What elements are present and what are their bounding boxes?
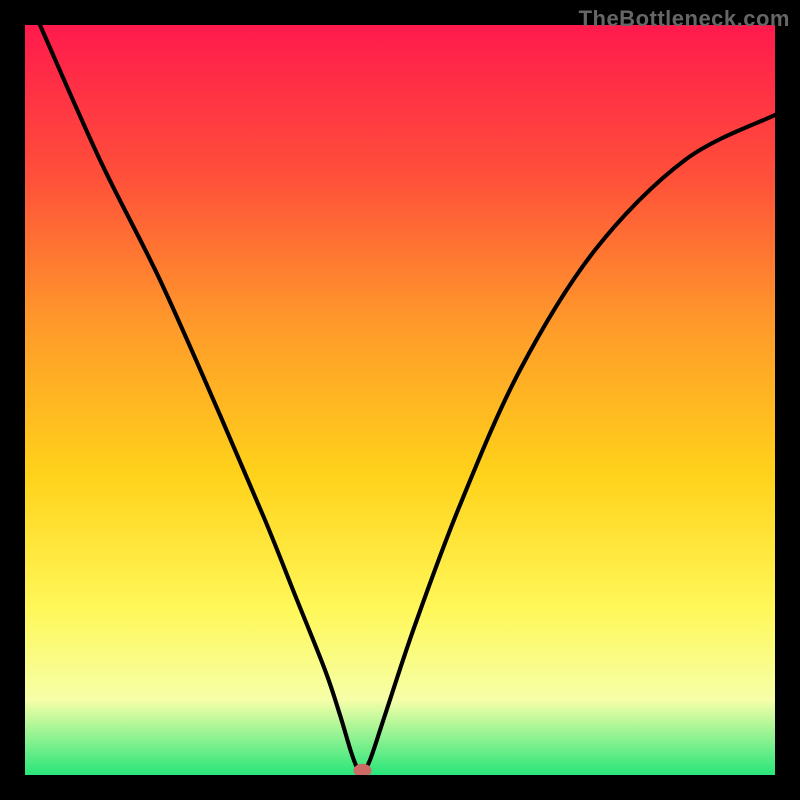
chart-svg xyxy=(25,25,775,775)
chart-frame: TheBottleneck.com xyxy=(0,0,800,800)
plot-area xyxy=(25,25,775,775)
watermark-text: TheBottleneck.com xyxy=(579,6,790,32)
